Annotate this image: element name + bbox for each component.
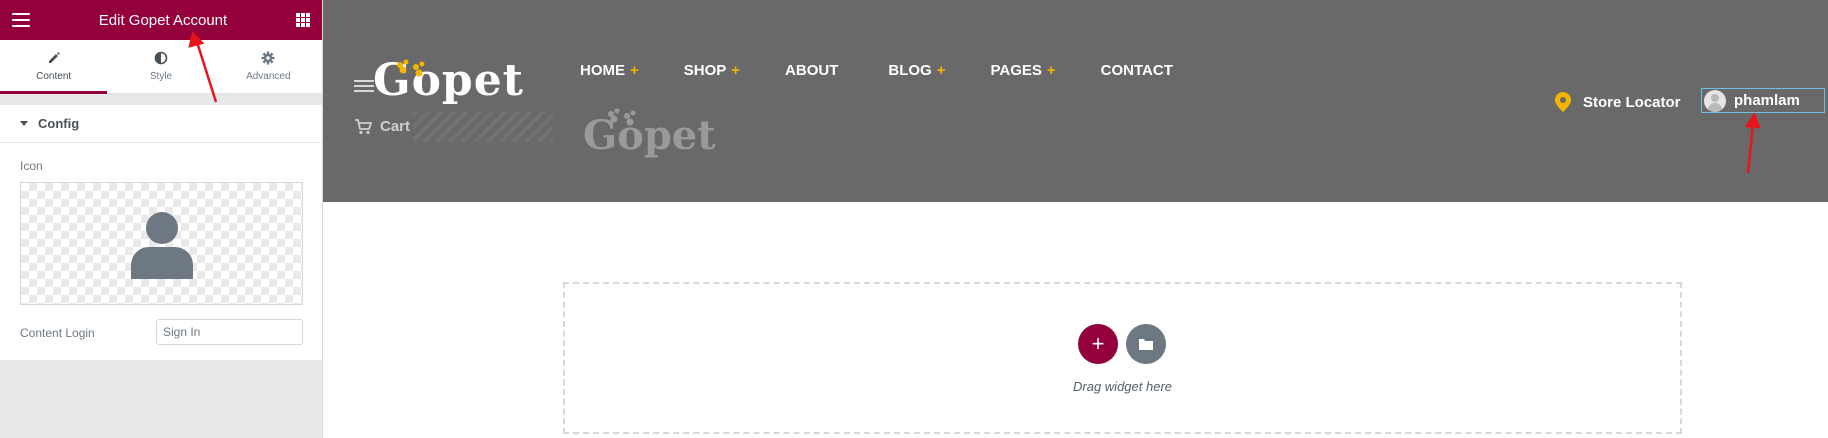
store-locator-link[interactable]: Store Locator bbox=[1555, 92, 1681, 112]
paw-print-ghost-icon bbox=[608, 108, 636, 126]
nav-plus: + bbox=[936, 62, 946, 79]
account-username: phamlam bbox=[1734, 92, 1800, 109]
nav-label: ABOUT bbox=[785, 62, 839, 79]
nav-label: HOME bbox=[580, 62, 625, 79]
tab-content[interactable]: Content bbox=[0, 40, 108, 94]
nav-item-home[interactable]: HOME + bbox=[580, 62, 639, 79]
tab-advanced[interactable]: Advanced bbox=[215, 40, 322, 93]
user-icon bbox=[131, 212, 193, 279]
gear-icon bbox=[261, 51, 275, 65]
tab-style[interactable]: Style bbox=[107, 40, 214, 93]
section-config-toggle[interactable]: Config bbox=[0, 105, 322, 143]
mobile-menu-icon[interactable] bbox=[354, 80, 374, 92]
icon-picker-preview[interactable] bbox=[20, 182, 303, 305]
nav-item-blog[interactable]: BLOG + bbox=[888, 62, 945, 79]
nav-label: PAGES bbox=[990, 62, 1042, 79]
caret-down-icon bbox=[20, 121, 28, 126]
tab-content-label: Content bbox=[36, 71, 72, 82]
cart-link[interactable]: Cart bbox=[354, 118, 410, 135]
nav-label: SHOP bbox=[683, 62, 727, 79]
pencil-icon bbox=[48, 52, 60, 63]
main-nav: HOME + SHOP + ABOUT BLOG + PAGES + CONTACT bbox=[580, 62, 1223, 79]
nav-item-about[interactable]: ABOUT bbox=[785, 62, 843, 79]
account-widget[interactable]: phamlam bbox=[1701, 88, 1825, 113]
site-header: Gopet Cart Gopet HOME + SHOP + ABOUT BLOG +… bbox=[323, 0, 1828, 202]
panel-tabs: Content Style Advanced bbox=[0, 40, 322, 94]
cart-label: Cart bbox=[380, 118, 411, 135]
nav-item-pages[interactable]: PAGES + bbox=[990, 62, 1055, 79]
icon-control-label: Icon bbox=[20, 159, 43, 173]
add-template-button[interactable] bbox=[1126, 324, 1166, 364]
panel-body: Config Icon Content Login bbox=[0, 105, 322, 360]
menu-icon[interactable] bbox=[12, 13, 30, 27]
nav-plus: + bbox=[630, 62, 639, 79]
store-locator-label: Store Locator bbox=[1583, 93, 1681, 111]
panel-title: Edit Gopet Account bbox=[98, 11, 228, 29]
folder-icon bbox=[1139, 339, 1153, 350]
nav-plus: + bbox=[1046, 62, 1056, 79]
drag-widget-hint: Drag widget here bbox=[1073, 379, 1172, 394]
section-config-title: Config bbox=[38, 116, 80, 131]
editor-panel: Edit Gopet Account Content Style Advance… bbox=[0, 0, 323, 438]
nav-item-shop[interactable]: SHOP + bbox=[684, 62, 740, 79]
nav-item-contact[interactable]: CONTACT bbox=[1101, 62, 1178, 79]
site-logo-ghost: Gopet bbox=[583, 112, 716, 159]
cart-icon bbox=[355, 118, 372, 134]
map-pin-icon bbox=[1555, 92, 1571, 112]
nav-label: BLOG bbox=[888, 62, 932, 79]
cart-decoration bbox=[413, 112, 553, 142]
content-login-label: Content Login bbox=[20, 326, 95, 340]
half-circle-icon bbox=[154, 51, 168, 65]
tab-style-label: Style bbox=[149, 71, 173, 82]
nav-plus: + bbox=[731, 62, 741, 79]
content-login-input[interactable] bbox=[156, 319, 303, 345]
widget-drop-zone[interactable]: + Drag widget here bbox=[563, 282, 1682, 434]
add-section-button[interactable]: + bbox=[1078, 324, 1118, 364]
tab-advanced-label: Advanced bbox=[246, 71, 291, 82]
panel-header: Edit Gopet Account bbox=[0, 0, 322, 40]
widgets-grid-icon[interactable] bbox=[295, 13, 310, 27]
nav-label: CONTACT bbox=[1100, 62, 1173, 79]
paw-print-icon bbox=[397, 59, 425, 77]
avatar-icon bbox=[1704, 89, 1726, 112]
